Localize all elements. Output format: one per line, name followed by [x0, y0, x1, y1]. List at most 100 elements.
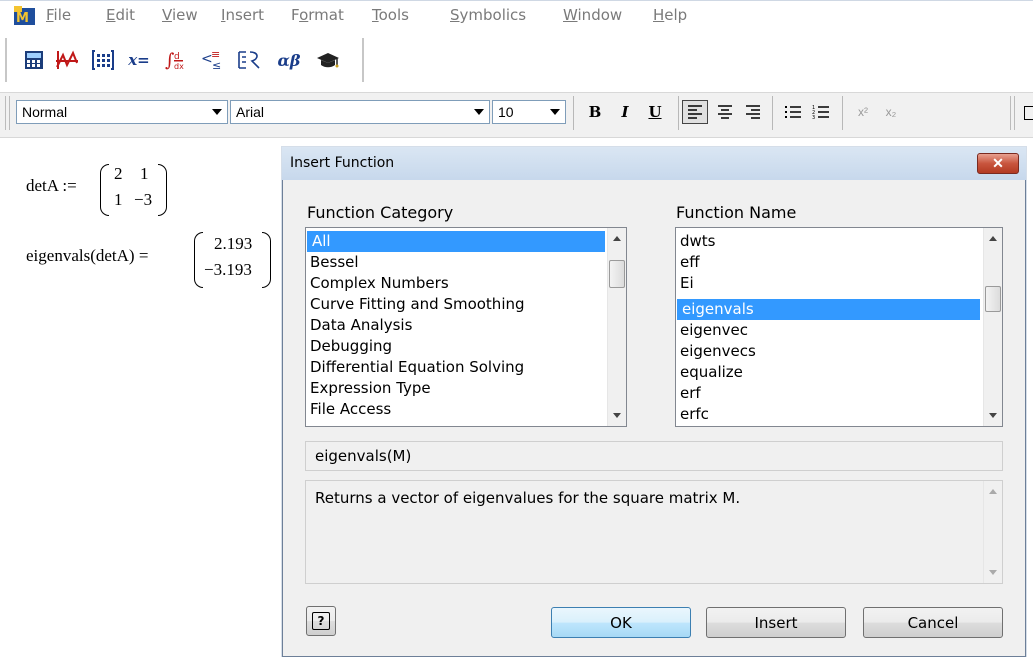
bullet-list-button[interactable]: [780, 100, 806, 124]
list-item[interactable]: Expression Type: [310, 378, 431, 399]
description-scrollbar[interactable]: [983, 481, 1002, 583]
toolbar-grip[interactable]: [5, 96, 10, 130]
chevron-down-icon: [474, 109, 484, 115]
list-item[interactable]: File Access: [310, 399, 391, 420]
help-button[interactable]: ?: [306, 606, 336, 636]
menu-window[interactable]: Window: [563, 6, 622, 24]
list-item[interactable]: eigenvec: [680, 320, 748, 341]
align-center-button[interactable]: [712, 100, 738, 124]
cancel-button[interactable]: Cancel: [863, 607, 1003, 638]
scroll-down-icon[interactable]: [989, 413, 997, 418]
scroll-down-icon[interactable]: [989, 570, 997, 575]
boolean-icon[interactable]: < ≡ ≤: [200, 48, 228, 72]
chevron-down-icon: [550, 109, 560, 115]
scroll-up-icon[interactable]: [989, 489, 997, 494]
close-button[interactable]: ✕: [977, 153, 1019, 174]
list-item[interactable]: eigenvals: [677, 299, 980, 320]
category-scrollbar[interactable]: [607, 228, 626, 426]
list-item[interactable]: Debugging: [310, 336, 392, 357]
category-label: Function Category: [307, 203, 454, 222]
svg-text:dx: dx: [174, 62, 184, 71]
scroll-down-icon[interactable]: [613, 413, 621, 418]
align-left-icon: [688, 105, 702, 119]
app-logo-icon[interactable]: M: [14, 6, 36, 26]
scroll-up-icon[interactable]: [613, 236, 621, 241]
toolbar-separator: [1010, 96, 1015, 130]
superscript-button[interactable]: x²: [850, 100, 876, 124]
programming-icon[interactable]: [236, 48, 264, 72]
toolbar-separator: [842, 96, 843, 130]
evaluation-icon[interactable]: x=: [124, 48, 154, 72]
symbolic-keyword-icon[interactable]: [314, 48, 342, 72]
list-item[interactable]: equalize: [680, 362, 743, 383]
ok-button[interactable]: OK: [551, 607, 691, 638]
toolbar-separator: [772, 96, 773, 130]
graph-icon[interactable]: [54, 48, 80, 72]
menu-format[interactable]: Format: [291, 6, 344, 24]
list-item[interactable]: erfc: [680, 404, 709, 425]
list-item[interactable]: dwts: [680, 231, 716, 252]
italic-button[interactable]: I: [612, 100, 638, 124]
subscript-button[interactable]: x₂: [878, 100, 904, 124]
list-item[interactable]: erf: [680, 383, 701, 404]
definition-lhs[interactable]: detA :=: [26, 176, 77, 196]
matrix-icon[interactable]: [90, 48, 116, 72]
greek-icon[interactable]: αβ: [274, 48, 304, 72]
align-center-icon: [718, 105, 732, 119]
menu-view[interactable]: View: [162, 6, 198, 24]
list-item[interactable]: eigenvecs: [680, 341, 756, 362]
list-item[interactable]: Curve Fitting and Smoothing: [310, 294, 525, 315]
function-scrollbar[interactable]: [983, 228, 1002, 426]
help-icon: ?: [312, 612, 330, 630]
insert-button[interactable]: Insert: [706, 607, 846, 638]
numbered-list-button[interactable]: 123: [808, 100, 834, 124]
list-item[interactable]: Complex Numbers: [310, 273, 449, 294]
matrix-cell[interactable]: −3: [134, 190, 152, 210]
menu-tools[interactable]: Tools: [372, 6, 409, 24]
align-right-icon: [746, 105, 760, 119]
list-item[interactable]: Differential Equation Solving: [310, 357, 524, 378]
dialog-title: Insert Function: [290, 155, 395, 171]
function-list[interactable]: dwts eff Ei eigenvals eigenvec eigenvecs…: [675, 227, 1003, 427]
toolbar-separator: [573, 96, 574, 130]
svg-text:M: M: [16, 11, 29, 26]
matrix-cell[interactable]: 1: [114, 190, 123, 210]
evaluation-lhs[interactable]: eigenvals(detA) =: [26, 246, 148, 266]
menu-help[interactable]: Help: [653, 6, 687, 24]
calculus-icon[interactable]: ∫ d dx: [164, 48, 192, 72]
bold-button[interactable]: B: [582, 100, 608, 124]
function-name-label: Function Name: [676, 203, 797, 222]
list-item[interactable]: Ei: [680, 273, 694, 294]
align-left-button[interactable]: [682, 100, 708, 124]
matrix-left-paren: [100, 164, 109, 216]
svg-text:≤: ≤: [212, 59, 221, 71]
list-item[interactable]: Data Analysis: [310, 315, 412, 336]
calculator-icon[interactable]: [22, 48, 46, 72]
matrix-cell[interactable]: 1: [140, 164, 149, 184]
toolbar-overflow-icon[interactable]: [1024, 106, 1033, 120]
svg-text:3: 3: [812, 115, 815, 119]
scroll-thumb[interactable]: [609, 260, 625, 288]
menu-file[interactable]: File: [46, 6, 71, 24]
result-value[interactable]: 2.193: [214, 234, 252, 254]
matrix-cell[interactable]: 2: [114, 164, 123, 184]
toolbar-separator: [678, 96, 679, 130]
font-size-select[interactable]: 10: [492, 100, 566, 124]
font-select[interactable]: Arial: [230, 100, 490, 124]
align-right-button[interactable]: [740, 100, 766, 124]
list-item[interactable]: All: [307, 231, 605, 252]
scroll-up-icon[interactable]: [989, 236, 997, 241]
scroll-thumb[interactable]: [985, 286, 1001, 312]
menu-symbolics[interactable]: Symbolics: [450, 6, 526, 24]
result-value[interactable]: −3.193: [204, 260, 252, 280]
menu-insert[interactable]: Insert: [221, 6, 264, 24]
function-description: Returns a vector of eigenvalues for the …: [305, 480, 1003, 584]
list-item[interactable]: eff: [680, 252, 700, 273]
category-list[interactable]: All Bessel Complex Numbers Curve Fitting…: [305, 227, 627, 427]
menu-edit[interactable]: Edit: [106, 6, 135, 24]
list-item[interactable]: Bessel: [310, 252, 359, 273]
underline-button[interactable]: U: [642, 100, 668, 124]
numbered-list-icon: 123: [812, 105, 829, 119]
style-select[interactable]: Normal: [16, 100, 228, 124]
matrix-right-paren: [158, 164, 167, 216]
